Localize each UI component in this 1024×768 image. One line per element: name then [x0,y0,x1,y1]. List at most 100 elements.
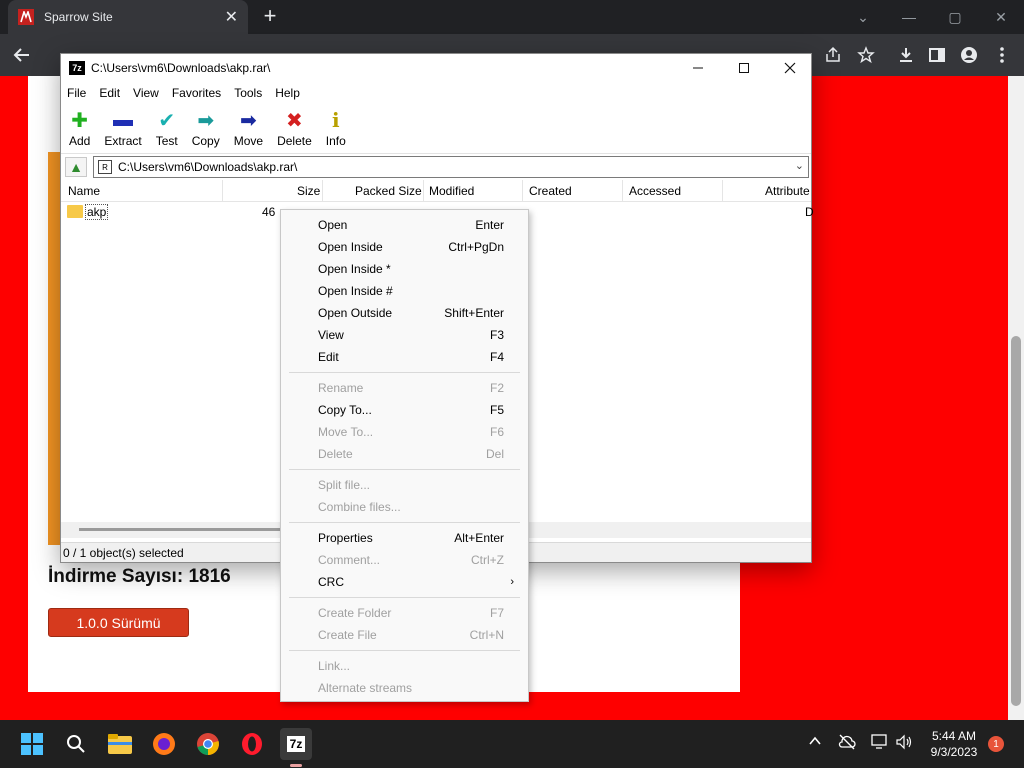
version-download-button[interactable]: 1.0.0 Sürümü [48,608,189,637]
menu-favorites[interactable]: Favorites [172,86,221,100]
search-icon[interactable] [60,728,92,760]
browser-restore-button[interactable]: ▢ [932,0,978,34]
submenu-arrow-icon: › [510,576,514,588]
menu-tools[interactable]: Tools [234,86,262,100]
menu-item-label: Split file... [318,478,371,492]
back-arrow-icon[interactable] [9,42,35,68]
menu-item-shortcut: Ctrl+N [469,628,504,642]
bookmark-star-icon[interactable] [853,42,879,68]
tab-search-chevron-icon[interactable]: ⌄ [840,0,886,34]
context-menu-item-open-outside[interactable]: Open Outside Shift+Enter [281,302,528,324]
test-button[interactable]: ✔ Test [156,108,178,149]
menu-item-label: Alternate streams [318,681,413,695]
clock-time: 5:44 AM [931,729,977,743]
add-button[interactable]: ✚ Add [69,108,90,149]
volume-icon[interactable] [895,734,913,753]
menu-item-label: Copy To... [318,403,372,417]
extract-button[interactable]: ▬ Extract [104,108,141,149]
folder-up-icon[interactable]: ▲ [65,157,87,177]
menu-item-label: Combine files... [318,500,401,514]
menu-item-label: Open [318,218,348,232]
status-text: 0 / 1 object(s) selected [63,545,184,560]
chrome-icon[interactable] [192,728,224,760]
menu-help[interactable]: Help [275,86,300,100]
col-created[interactable]: Created [529,184,572,198]
menu-item-label: Open Inside [318,240,383,254]
menu-separator [289,650,520,651]
menu-item-shortcut: Ctrl+Z [471,553,504,567]
col-accessed[interactable]: Accessed [629,184,681,198]
menu-item-label: Edit [318,350,339,364]
address-field[interactable]: R C:\Users\vm6\Downloads\akp.rar\ ⌄ [93,156,809,178]
context-menu-item-crc[interactable]: CRC › [281,571,528,593]
col-name[interactable]: Name [68,184,100,198]
context-menu-item-view[interactable]: View F3 [281,324,528,346]
extract-icon: ▬ [113,108,134,131]
menu-item-label: Create File [318,628,377,642]
delete-button[interactable]: ✖ Delete [277,108,312,149]
profile-icon[interactable] [956,42,982,68]
sevenzip-taskbar-icon[interactable]: 7z [280,728,312,760]
taskbar: 7z 5:44 AM 9/3/2023 [0,720,1024,768]
side-panel-icon[interactable] [924,42,950,68]
delete-icon: ✖ [286,109,303,132]
sevenzip-logo-icon: 7z [69,61,85,75]
menu-item-label: Rename [318,381,364,395]
col-size[interactable]: Size [297,184,320,198]
notification-badge[interactable]: 1 [988,736,1004,752]
firefox-icon[interactable] [148,728,180,760]
menu-view[interactable]: View [133,86,159,100]
context-menu-item-open-inside[interactable]: Open Inside Ctrl+PgDn [281,236,528,258]
browser-close-button[interactable]: ✕ [978,0,1024,34]
column-headers: Name Size Packed Size Modified Created A… [61,180,811,202]
context-menu-item-open-inside[interactable]: Open Inside # [281,280,528,302]
show-hidden-icons-chevron-icon[interactable] [808,734,822,751]
copy-icon: ➡ [197,109,215,132]
start-windows-icon[interactable] [16,728,48,760]
page-scroll-thumb[interactable] [1011,336,1021,706]
info-button[interactable]: i Info [326,108,346,148]
folder-icon [67,205,83,218]
download-count: İndirme Sayısı: 1816 [48,566,231,587]
col-packed-size[interactable]: Packed Size [355,184,422,198]
move-icon: ➡ [240,109,257,132]
menu-item-shortcut: Alt+Enter [454,531,504,545]
col-attributes[interactable]: Attribute [765,184,810,198]
opera-icon[interactable] [236,728,268,760]
tab-close-icon[interactable]: ✕ [225,7,238,27]
new-tab-button[interactable]: + [258,3,282,28]
download-icon[interactable] [893,42,919,68]
menu-item-shortcut: Ctrl+PgDn [448,240,504,254]
col-modified[interactable]: Modified [429,184,474,198]
clock-date: 9/3/2023 [930,745,978,759]
file-explorer-icon[interactable] [104,728,136,760]
browser-minimize-button[interactable]: — [886,0,932,34]
sevenzip-close-button[interactable] [767,54,813,82]
address-dropdown-icon[interactable]: ⌄ [795,159,804,172]
context-menu-item-move-to: Move To... F6 [281,421,528,443]
horizontal-scroll-thumb[interactable] [79,528,289,531]
sevenzip-maximize-button[interactable] [721,54,767,82]
context-menu-item-edit[interactable]: Edit F4 [281,346,528,368]
menu-edit[interactable]: Edit [99,86,120,100]
cloud-offline-icon[interactable] [838,734,856,753]
menu-item-shortcut: F4 [489,350,504,364]
context-menu-item-open[interactable]: Open Enter [281,214,528,236]
context-menu-item-properties[interactable]: Properties Alt+Enter [281,527,528,549]
network-icon[interactable] [871,734,889,753]
browser-tabstrip: Sparrow Site ✕ + ⌄ — ▢ ✕ [0,0,1024,34]
archive-icon: R [98,160,112,174]
context-menu-item-combine-files: Combine files... [281,496,528,518]
menu-file[interactable]: File [67,86,86,100]
context-menu-item-copy-to[interactable]: Copy To... F5 [281,399,528,421]
browser-tab[interactable]: Sparrow Site ✕ [8,0,248,34]
move-button[interactable]: ➡ Move [234,108,263,149]
copy-button[interactable]: ➡ Copy [192,108,220,149]
address-text: C:\Users\vm6\Downloads\akp.rar\ [118,160,298,174]
sevenzip-minimize-button[interactable] [675,54,721,82]
share-icon[interactable] [820,42,846,68]
context-menu-item-open-inside[interactable]: Open Inside * [281,258,528,280]
page-scrollbar[interactable] [1008,76,1024,720]
system-clock[interactable]: 5:44 AM 9/3/2023 [918,728,990,760]
menu-kebab-icon[interactable] [989,42,1015,68]
